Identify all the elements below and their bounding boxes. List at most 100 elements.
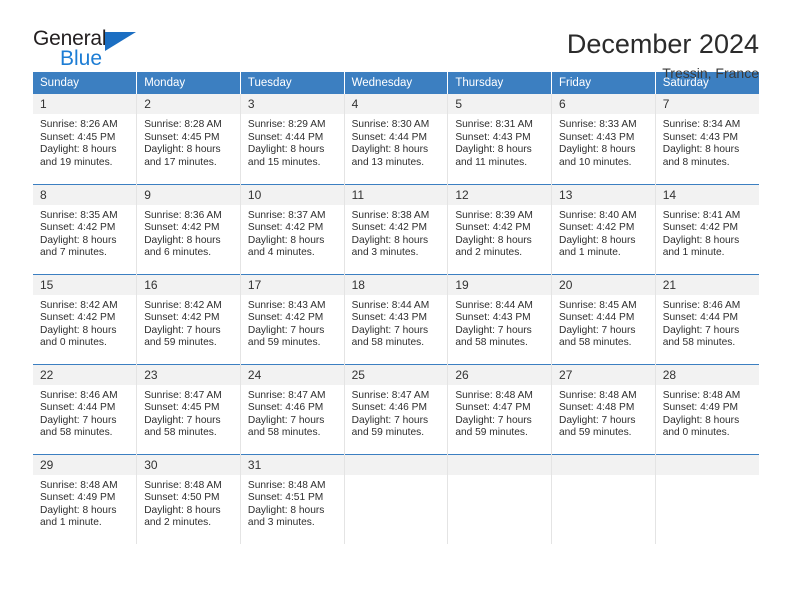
day-number: 18 bbox=[344, 274, 448, 295]
sunset-text: Sunset: 4:42 PM bbox=[559, 222, 635, 234]
calendar-day-cell[interactable]: 10 Sunrise: 8:37 AM Sunset: 4:42 PM Dayligh… bbox=[240, 183, 345, 274]
day-cell-inner: 23 Sunrise: 8:47 AM Sunset: 4:45 PM Dayligh… bbox=[137, 364, 240, 454]
sunset-text: Sunset: 4:45 PM bbox=[144, 131, 220, 143]
day-sun-info: Sunrise: 8:42 AM Sunset: 4:42 PM Daylight:… bbox=[33, 295, 136, 350]
day-sun-info: Sunrise: 8:39 AM Sunset: 4:42 PM Daylight:… bbox=[448, 205, 551, 260]
day-cell-inner: 11 Sunrise: 8:38 AM Sunset: 4:42 PM Dayligh… bbox=[344, 184, 448, 274]
sunset-text: Sunset: 4:50 PM bbox=[144, 492, 220, 504]
day-cell-inner: 8 Sunrise: 8:35 AM Sunset: 4:42 PM Daylight… bbox=[33, 184, 137, 274]
daylight-text-line1: Daylight: 7 hours bbox=[144, 414, 221, 426]
day-number: 26 bbox=[448, 364, 552, 385]
daylight-text-line1: Daylight: 7 hours bbox=[247, 414, 325, 426]
sunrise-text: Sunrise: 8:29 AM bbox=[247, 119, 326, 130]
calendar-day-cell[interactable]: 13 Sunrise: 8:40 AM Sunset: 4:42 PM Dayligh… bbox=[551, 183, 656, 274]
day-cell-inner bbox=[655, 454, 759, 545]
daylight-text-line2: and 7 minutes. bbox=[40, 247, 107, 259]
day-cell-inner: 9 Sunrise: 8:36 AM Sunset: 4:42 PM Daylight… bbox=[137, 184, 240, 274]
sunset-text: Sunset: 4:44 PM bbox=[40, 402, 116, 414]
day-number: 11 bbox=[344, 184, 448, 205]
daylight-text-line2: and 0 minutes. bbox=[662, 427, 730, 439]
sunrise-text: Sunrise: 8:41 AM bbox=[662, 209, 741, 221]
day-number: 27 bbox=[552, 364, 655, 385]
day-sun-info: Sunrise: 8:44 AM Sunset: 4:43 PM Daylight:… bbox=[448, 295, 551, 350]
calendar-day-cell[interactable]: 25 Sunrise: 8:47 AM Sunset: 4:46 PM Dayligh… bbox=[344, 363, 449, 454]
daylight-text-line2: and 15 minutes. bbox=[247, 156, 321, 168]
daylight-text-line2: and 58 minutes. bbox=[351, 337, 425, 349]
page-header: General Blue December 2024 Tressin, Fran… bbox=[33, 0, 759, 82]
calendar-day-cell[interactable]: 4 Sunrise: 8:30 AM Sunset: 4:44 PM Daylight… bbox=[344, 94, 449, 184]
daylight-text-line2: and 1 minute. bbox=[40, 517, 102, 529]
daylight-text-line2: and 6 minutes. bbox=[144, 247, 212, 259]
daylight-text-line1: Daylight: 8 hours bbox=[144, 504, 221, 516]
day-number: 30 bbox=[137, 454, 240, 475]
daylight-text-line2: and 17 minutes. bbox=[144, 156, 217, 168]
calendar-day-cell[interactable]: 16 Sunrise: 8:42 AM Sunset: 4:42 PM Dayligh… bbox=[136, 273, 241, 364]
day-number: 31 bbox=[240, 454, 344, 475]
sunset-text: Sunset: 4:44 PM bbox=[662, 312, 739, 324]
calendar-day-cell[interactable]: 14 Sunrise: 8:41 AM Sunset: 4:42 PM Dayligh… bbox=[655, 183, 759, 274]
calendar-day-cell[interactable]: 28 Sunrise: 8:48 AM Sunset: 4:49 PM Dayligh… bbox=[655, 363, 759, 454]
daylight-text-line2: and 0 minutes. bbox=[40, 337, 107, 349]
daylight-text-line2: and 58 minutes. bbox=[455, 337, 528, 349]
calendar-day-cell[interactable]: 26 Sunrise: 8:48 AM Sunset: 4:47 PM Dayligh… bbox=[447, 363, 553, 454]
day-sun-info: Sunrise: 8:48 AM Sunset: 4:48 PM Daylight:… bbox=[552, 385, 655, 440]
calendar-day-cell[interactable]: 20 Sunrise: 8:45 AM Sunset: 4:44 PM Dayligh… bbox=[551, 273, 656, 364]
day-sun-info: Sunrise: 8:48 AM Sunset: 4:50 PM Daylight:… bbox=[137, 475, 240, 530]
calendar-day-cell[interactable]: 3 Sunrise: 8:29 AM Sunset: 4:44 PM Daylight… bbox=[240, 94, 345, 184]
sunrise-text: Sunrise: 8:45 AM bbox=[559, 299, 637, 311]
day-of-week-header-wednesday: Wednesday bbox=[344, 72, 449, 94]
day-of-week-header-thursday: Thursday bbox=[447, 72, 553, 94]
calendar-day-cell[interactable]: 21 Sunrise: 8:46 AM Sunset: 4:44 PM Dayligh… bbox=[655, 273, 759, 364]
calendar-day-cell[interactable]: 22 Sunrise: 8:46 AM Sunset: 4:44 PM Dayligh… bbox=[33, 363, 138, 454]
calendar-day-cell[interactable]: 9 Sunrise: 8:36 AM Sunset: 4:42 PM Daylight… bbox=[136, 183, 241, 274]
calendar-day-cell[interactable]: 18 Sunrise: 8:44 AM Sunset: 4:43 PM Dayligh… bbox=[344, 273, 449, 364]
calendar-day-cell[interactable]: 30 Sunrise: 8:48 AM Sunset: 4:50 PM Dayligh… bbox=[136, 453, 241, 544]
sunset-text: Sunset: 4:42 PM bbox=[351, 222, 427, 234]
sunrise-text: Sunrise: 8:47 AM bbox=[144, 389, 222, 401]
calendar-day-cell[interactable]: 12 Sunrise: 8:39 AM Sunset: 4:42 PM Dayligh… bbox=[447, 183, 553, 274]
day-sun-info: Sunrise: 8:45 AM Sunset: 4:44 PM Daylight:… bbox=[552, 295, 655, 350]
calendar-day-cell[interactable]: 6 Sunrise: 8:33 AM Sunset: 4:43 PM Daylight… bbox=[551, 94, 656, 184]
sunrise-text: Sunrise: 8:48 AM bbox=[662, 389, 741, 401]
day-number bbox=[448, 454, 552, 475]
daylight-text-line1: Daylight: 8 hours bbox=[351, 144, 429, 156]
calendar-day-cell[interactable]: 1 Sunrise: 8:26 AM Sunset: 4:45 PM Daylight… bbox=[33, 94, 138, 184]
day-cell-inner: 24 Sunrise: 8:47 AM Sunset: 4:46 PM Dayligh… bbox=[240, 364, 344, 454]
sunrise-text: Sunrise: 8:35 AM bbox=[40, 209, 118, 221]
calendar-day-cell[interactable]: 23 Sunrise: 8:47 AM Sunset: 4:45 PM Dayligh… bbox=[136, 363, 241, 454]
sunrise-text: Sunrise: 8:33 AM bbox=[559, 119, 637, 130]
calendar-day-cell[interactable]: 11 Sunrise: 8:38 AM Sunset: 4:42 PM Dayligh… bbox=[344, 183, 449, 274]
calendar-day-cell[interactable]: 31 Sunrise: 8:48 AM Sunset: 4:51 PM Dayligh… bbox=[240, 453, 345, 544]
daylight-text-line2: and 58 minutes. bbox=[247, 427, 321, 439]
daylight-text-line1: Daylight: 7 hours bbox=[455, 324, 532, 336]
day-number: 28 bbox=[655, 364, 759, 385]
calendar-day-cell[interactable]: 24 Sunrise: 8:47 AM Sunset: 4:46 PM Dayligh… bbox=[240, 363, 345, 454]
daylight-text-line1: Daylight: 8 hours bbox=[247, 504, 325, 516]
day-sun-info: Sunrise: 8:38 AM Sunset: 4:42 PM Daylight:… bbox=[345, 205, 448, 260]
day-number: 17 bbox=[240, 274, 344, 295]
calendar-day-cell[interactable]: 17 Sunrise: 8:43 AM Sunset: 4:42 PM Dayligh… bbox=[240, 273, 345, 364]
calendar-day-cell[interactable]: 8 Sunrise: 8:35 AM Sunset: 4:42 PM Daylight… bbox=[33, 183, 138, 274]
day-number: 6 bbox=[552, 94, 655, 114]
calendar-day-cell[interactable]: 19 Sunrise: 8:44 AM Sunset: 4:43 PM Dayligh… bbox=[447, 273, 553, 364]
calendar-day-cell[interactable]: 7 Sunrise: 8:34 AM Sunset: 4:43 PM Daylight… bbox=[655, 94, 759, 184]
brand-logo[interactable]: General Blue bbox=[33, 28, 153, 74]
calendar-week-row: 1 Sunrise: 8:26 AM Sunset: 4:45 PM Daylight… bbox=[33, 94, 759, 184]
calendar-week-row: 29 Sunrise: 8:48 AM Sunset: 4:49 PM Dayligh… bbox=[33, 453, 759, 545]
calendar-day-cell[interactable]: 5 Sunrise: 8:31 AM Sunset: 4:43 PM Daylight… bbox=[447, 94, 553, 184]
calendar-day-cell[interactable]: 2 Sunrise: 8:28 AM Sunset: 4:45 PM Daylight… bbox=[136, 94, 241, 184]
page-title: December 2024 bbox=[566, 29, 759, 59]
calendar-day-cell[interactable]: 29 Sunrise: 8:48 AM Sunset: 4:49 PM Dayligh… bbox=[33, 453, 138, 544]
sunrise-text: Sunrise: 8:36 AM bbox=[144, 209, 222, 221]
calendar-day-cell[interactable]: 27 Sunrise: 8:48 AM Sunset: 4:48 PM Dayligh… bbox=[551, 363, 656, 454]
calendar-day-cell[interactable]: 15 Sunrise: 8:42 AM Sunset: 4:42 PM Dayligh… bbox=[33, 273, 138, 364]
sunset-text: Sunset: 4:46 PM bbox=[351, 402, 427, 414]
day-sun-info: Sunrise: 8:47 AM Sunset: 4:46 PM Daylight:… bbox=[345, 385, 448, 440]
sunset-text: Sunset: 4:43 PM bbox=[455, 312, 531, 324]
day-sun-info: Sunrise: 8:48 AM Sunset: 4:49 PM Daylight:… bbox=[33, 475, 136, 530]
daylight-text-line1: Daylight: 8 hours bbox=[40, 504, 117, 516]
day-cell-inner: 6 Sunrise: 8:33 AM Sunset: 4:43 PM Daylight… bbox=[552, 94, 655, 184]
day-cell-inner: 13 Sunrise: 8:40 AM Sunset: 4:42 PM Dayligh… bbox=[552, 184, 655, 274]
daylight-text-line2: and 8 minutes. bbox=[662, 156, 730, 168]
daylight-text-line2: and 58 minutes. bbox=[662, 337, 736, 349]
